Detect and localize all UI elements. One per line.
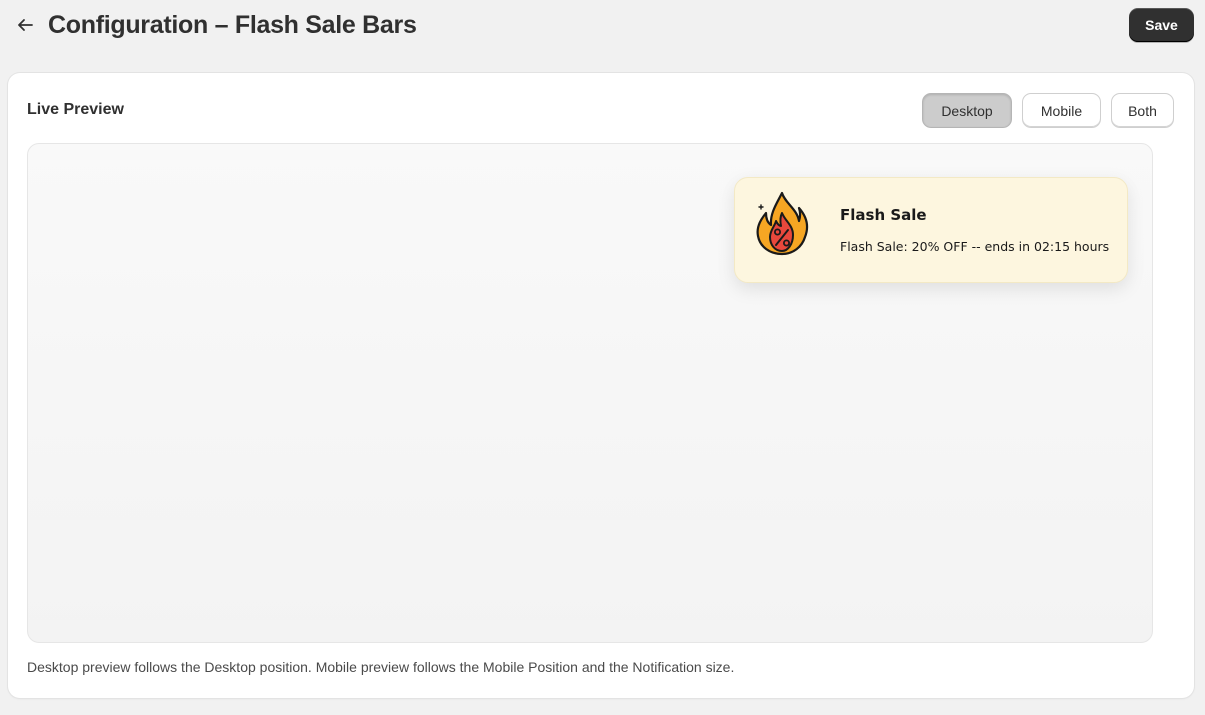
preview-canvas: Flash Sale Flash Sale: 20% OFF -- ends i…	[27, 143, 1153, 643]
back-button[interactable]	[12, 12, 38, 38]
live-preview-title: Live Preview	[27, 101, 124, 118]
flash-sale-notification[interactable]: Flash Sale Flash Sale: 20% OFF -- ends i…	[734, 177, 1128, 283]
notification-message: Flash Sale: 20% OFF -- ends in 02:15 hou…	[840, 239, 1110, 254]
notification-title: Flash Sale	[840, 206, 927, 224]
page-title: Configuration – Flash Sale Bars	[48, 11, 417, 39]
tab-desktop[interactable]: Desktop	[922, 93, 1012, 128]
save-button[interactable]: Save	[1129, 8, 1194, 42]
tab-both[interactable]: Both	[1111, 93, 1174, 128]
live-preview-card: Live Preview Desktop Mobile Both Flash S…	[8, 73, 1194, 698]
page-header: Configuration – Flash Sale Bars Save	[0, 0, 1205, 56]
fire-percent-icon	[756, 191, 809, 256]
arrow-left-icon	[18, 19, 33, 31]
preview-footnote: Desktop preview follows the Desktop posi…	[27, 659, 735, 675]
tab-mobile[interactable]: Mobile	[1022, 93, 1101, 128]
